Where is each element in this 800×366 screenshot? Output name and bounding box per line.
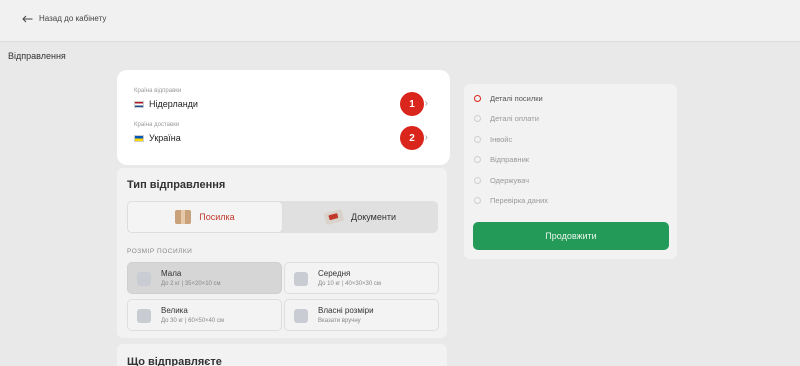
size-name: Власні розміри [318, 306, 374, 315]
chevron-right-icon: › [424, 132, 428, 143]
size-option-large[interactable]: Велика До 30 кг | 60×50×40 см [127, 299, 282, 331]
chevron-right-icon: › [424, 98, 428, 109]
size-name: Мала [161, 269, 182, 278]
step-dot-icon [474, 115, 481, 122]
tab-documents-label: Документи [351, 212, 396, 222]
step-dot-icon [474, 136, 481, 143]
large-box-icon [137, 309, 151, 323]
country-selection-card: Країна відправки Нідерланди › Країна дос… [117, 70, 450, 165]
step-dot-icon [474, 197, 481, 204]
top-bar: Назад до кабінету [0, 0, 800, 42]
step-label: Одержувач [490, 176, 530, 185]
step-item: Деталі оплати [474, 114, 539, 123]
country-from-selector[interactable]: Країна відправки Нідерланди › [126, 86, 436, 116]
step-item: Перевірка даних [474, 196, 548, 205]
country-to-label: Країна доставки [134, 122, 180, 128]
size-desc: Вказати вручну [318, 318, 361, 324]
step-item: Інвойс [474, 135, 512, 144]
step-item: Одержувач [474, 176, 529, 185]
shipment-type-title: Тип відправлення [127, 179, 226, 191]
step-dot-icon [474, 156, 481, 163]
tab-parcel[interactable]: Посилка [127, 201, 283, 233]
arrow-left-icon [22, 15, 33, 22]
step-label: Інвойс [490, 135, 513, 144]
back-to-cabinet-link[interactable]: Назад до кабінету [22, 14, 106, 23]
step-badge-2: 2 [400, 126, 424, 150]
page-title: Відправлення [8, 51, 66, 61]
country-to-selector[interactable]: Країна доставки Україна › [126, 120, 436, 150]
what-sending-title: Що відправляєте [127, 356, 222, 366]
continue-button[interactable]: Продовжити [473, 222, 669, 250]
small-box-icon [137, 272, 151, 286]
parcel-size-label: РОЗМІР ПОСИЛКИ [127, 248, 193, 255]
step-dot-icon [474, 177, 481, 184]
step-label: Відправник [490, 155, 530, 164]
parcel-icon [175, 210, 192, 224]
ukraine-flag-icon [134, 134, 144, 142]
tab-documents[interactable]: Документи [283, 201, 438, 233]
size-desc: До 2 кг | 35×20×10 см [161, 281, 221, 287]
tab-parcel-label: Посилка [199, 212, 235, 222]
size-desc: До 10 кг | 40×30×30 см [318, 281, 382, 287]
back-label: Назад до кабінету [39, 14, 107, 23]
size-option-medium[interactable]: Середня До 10 кг | 40×30×30 см [284, 262, 439, 294]
netherlands-flag-icon [134, 100, 144, 108]
documents-icon [323, 208, 345, 226]
size-option-small[interactable]: Мала До 2 кг | 35×20×10 см [127, 262, 282, 294]
size-name: Середня [318, 269, 351, 278]
step-label: Перевірка даних [490, 196, 549, 205]
size-name: Велика [161, 306, 188, 315]
step-dot-icon [474, 95, 481, 102]
step-badge-1: 1 [400, 92, 424, 116]
country-from-value: Нідерланди [149, 99, 198, 109]
shipment-type-card: Тип відправлення Посилка Документи РОЗМІ… [117, 168, 447, 338]
shipment-type-toggle: Посилка Документи [127, 201, 438, 233]
step-label: Деталі посилки [490, 94, 543, 103]
size-option-custom[interactable]: Власні розміри Вказати вручну [284, 299, 439, 331]
step-item: Деталі посилки [474, 94, 543, 103]
size-desc: До 30 кг | 60×50×40 см [161, 318, 225, 324]
step-label: Деталі оплати [490, 114, 539, 123]
ruler-icon [294, 309, 308, 323]
steps-card: Деталі посилки Деталі оплати Інвойс Відп… [464, 84, 677, 259]
country-to-value: Україна [149, 133, 181, 143]
step-item: Відправник [474, 155, 529, 164]
medium-box-icon [294, 272, 308, 286]
country-from-label: Країна відправки [134, 88, 182, 94]
what-sending-card: Що відправляєте [117, 344, 447, 366]
